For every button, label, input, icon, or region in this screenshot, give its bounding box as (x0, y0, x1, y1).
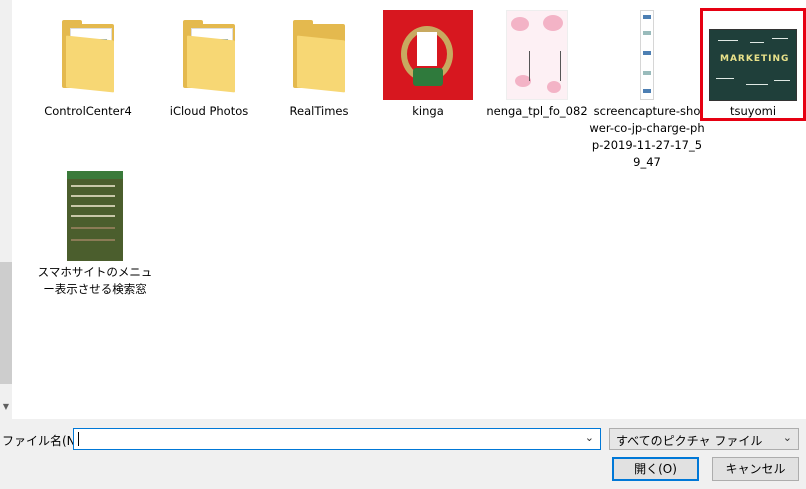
file-label: ControlCenter4 (44, 104, 132, 118)
file-label: スマホサイトのメニュー表示させる検索窓 (37, 265, 153, 296)
file-item-smartphone-menu[interactable]: スマホサイトのメニュー表示させる検索窓 (37, 171, 153, 311)
chevron-down-icon: ⌄ (782, 431, 792, 444)
file-label: tsuyomi (729, 104, 777, 118)
file-item-screencapture[interactable]: screencapture-shower-co-jp-charge-php-20… (589, 10, 705, 170)
file-type-select[interactable]: すべてのピクチャ ファイル ⌄ (609, 428, 799, 450)
image-thumbnail (370, 10, 486, 100)
image-thumbnail (589, 10, 705, 100)
folder-icon (261, 10, 377, 100)
file-item-tsuyomi[interactable]: MARKETING tsuyomi (700, 8, 806, 130)
file-label: iCloud Photos (169, 104, 249, 118)
chevron-down-icon[interactable]: ⌄ (585, 431, 594, 444)
image-thumbnail (479, 10, 595, 100)
text-caret (78, 432, 79, 446)
file-label: RealTimes (289, 104, 349, 118)
filename-input[interactable]: ⌄ (73, 428, 601, 450)
file-item-kinga[interactable]: kinga (370, 10, 486, 130)
image-thumbnail: MARKETING (704, 20, 802, 110)
file-type-value: すべてのピクチャ ファイル (616, 434, 763, 448)
scroll-down-arrow-icon[interactable]: ▼ (0, 400, 12, 414)
folder-icon (151, 10, 267, 100)
file-label: kinga (412, 104, 444, 118)
file-item-realtimes[interactable]: RealTimes (261, 10, 377, 130)
folder-icon (30, 10, 146, 100)
vertical-scrollbar[interactable]: ▼ (0, 0, 12, 419)
open-button[interactable]: 開く(O) (612, 457, 699, 481)
file-item-controlcenter4[interactable]: ControlCenter4 (30, 10, 146, 130)
image-thumbnail (37, 171, 153, 261)
file-item-icloud-photos[interactable]: iCloud Photos (151, 10, 267, 130)
bottom-panel: ファイル名(N): ⌄ すべてのピクチャ ファイル ⌄ 開く(O) キャンセル (0, 419, 806, 489)
file-label: nenga_tpl_fo_082 (486, 104, 588, 118)
cancel-button[interactable]: キャンセル (712, 457, 799, 481)
file-label: screencapture-shower-co-jp-charge-php-20… (589, 104, 705, 169)
file-item-nenga[interactable]: nenga_tpl_fo_082 (479, 10, 595, 130)
scrollbar-thumb[interactable] (0, 262, 12, 384)
board-title: MARKETING (720, 54, 790, 64)
